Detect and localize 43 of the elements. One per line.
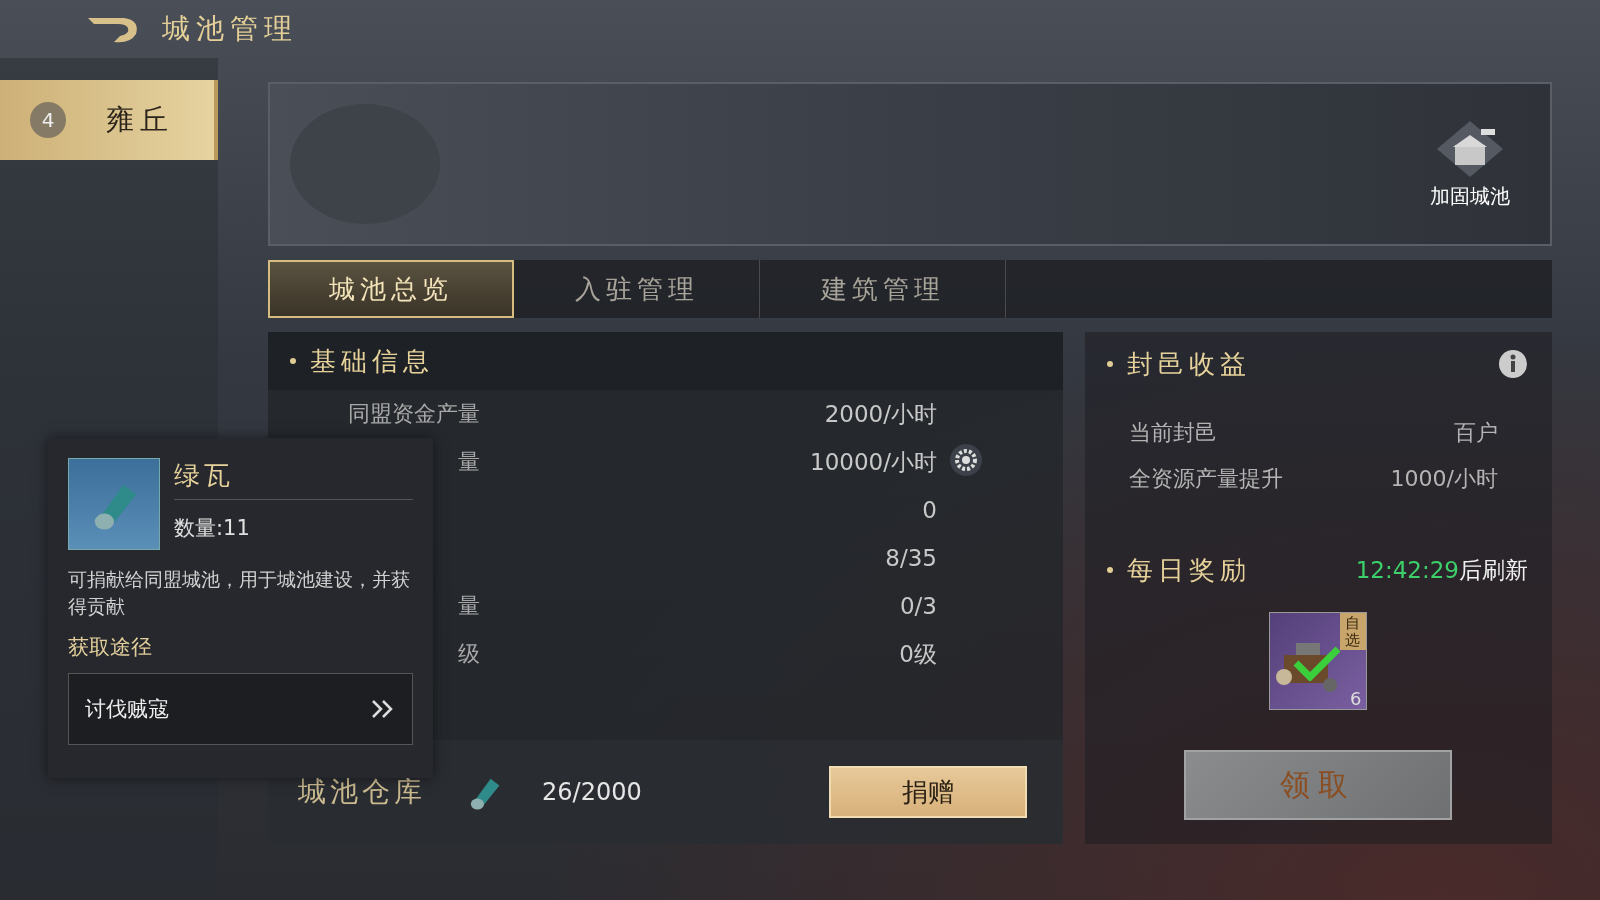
row-value: 0/3 [899, 593, 938, 619]
fief-label: 当前封邑 [1129, 419, 1217, 447]
fief-value: 1000/小时 [1390, 465, 1498, 493]
row-value: 10000/小时 [617, 446, 1063, 478]
section-title: 每日奖励 [1127, 553, 1251, 587]
item-name: 绿瓦 [174, 458, 413, 500]
section-title: 基础信息 [310, 344, 434, 378]
row-value: 2000/小时 [823, 399, 938, 429]
reward-tag: 自选 [1339, 613, 1366, 650]
donate-button[interactable]: 捐赠 [829, 766, 1027, 818]
fief-value: 百户 [1454, 419, 1498, 447]
tab[interactable]: 入驻管理 [514, 260, 760, 318]
storage-amount: 26/2000 [542, 778, 642, 806]
row-value: 8/35 [884, 545, 938, 571]
city-name: 雍丘 [106, 102, 174, 138]
city-list-item[interactable]: 4 雍丘 [0, 80, 218, 160]
section-title: 封邑收益 [1127, 347, 1251, 381]
row-label: 量 [458, 448, 480, 476]
item-quantity: 数量:11 [174, 515, 251, 542]
fortress-hammer-icon [1435, 118, 1505, 179]
level-badge: 4 [30, 102, 66, 138]
row-label: 级 [458, 640, 480, 668]
reward-item[interactable]: 自选 6 [1268, 612, 1367, 710]
info-icon[interactable] [1498, 349, 1528, 379]
row-value: 0级 [898, 639, 938, 669]
storage-label: 城池仓库 [298, 774, 426, 810]
tab[interactable]: 建筑管理 [760, 260, 1006, 318]
page-title: 城池管理 [162, 11, 298, 47]
row-label: 同盟资金产量 [348, 400, 480, 428]
bullet-icon [290, 358, 296, 364]
source-heading: 获取途径 [68, 634, 153, 662]
row-value: 0 [921, 497, 938, 523]
source-link[interactable]: 讨伐贼寇 [68, 673, 413, 746]
bullet-icon [1107, 567, 1113, 573]
tab[interactable]: 城池总览 [268, 260, 514, 318]
refresh-timer: 12:42:29后刷新 [1355, 555, 1528, 585]
reward-count: 6 [1350, 688, 1362, 709]
fief-label: 全资源产量提升 [1129, 465, 1283, 493]
fortify-button[interactable]: 加固城池 [1430, 118, 1510, 210]
item-description: 可捐献给同盟城池，用于城池建设，并获得贡献 [68, 567, 411, 619]
row-label: 量 [458, 592, 480, 620]
bullet-icon [1107, 361, 1113, 367]
settings-icon[interactable] [949, 442, 983, 477]
